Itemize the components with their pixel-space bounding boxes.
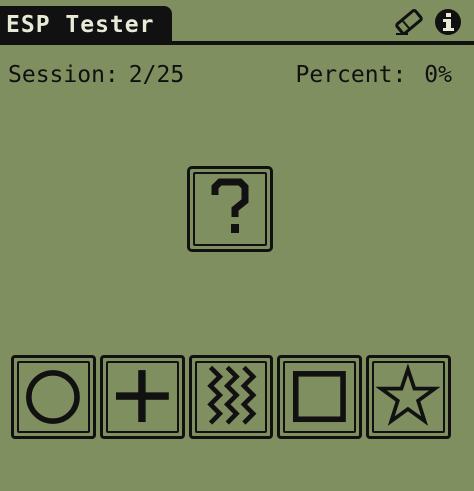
session-counter: Session: 2/25 xyxy=(8,62,184,88)
star-card[interactable] xyxy=(366,355,451,439)
toolbar-icons xyxy=(394,8,462,36)
percent-value: 0% xyxy=(424,62,452,88)
circle-card[interactable] xyxy=(11,355,96,439)
percent-counter: Percent: 0% xyxy=(296,62,452,88)
session-label: Session: xyxy=(8,62,119,88)
waves-card[interactable] xyxy=(188,355,274,439)
star-icon xyxy=(375,363,441,426)
app-title: ESP Tester xyxy=(6,12,155,38)
title-underline xyxy=(0,41,474,45)
mystery-card xyxy=(187,166,273,252)
circle-icon xyxy=(26,370,80,424)
waves-icon xyxy=(206,365,257,425)
square-icon xyxy=(293,371,347,423)
session-value: 2/25 xyxy=(128,62,185,88)
question-mark-icon xyxy=(211,178,249,233)
eraser-icon[interactable] xyxy=(394,8,424,36)
info-icon[interactable] xyxy=(434,8,462,36)
plus-icon xyxy=(115,370,169,423)
percent-label: Percent: xyxy=(295,62,407,88)
symbol-card-row xyxy=(11,355,451,439)
title-bar: ESP Tester xyxy=(0,6,172,44)
square-card[interactable] xyxy=(277,355,363,439)
plus-card[interactable] xyxy=(99,355,185,439)
